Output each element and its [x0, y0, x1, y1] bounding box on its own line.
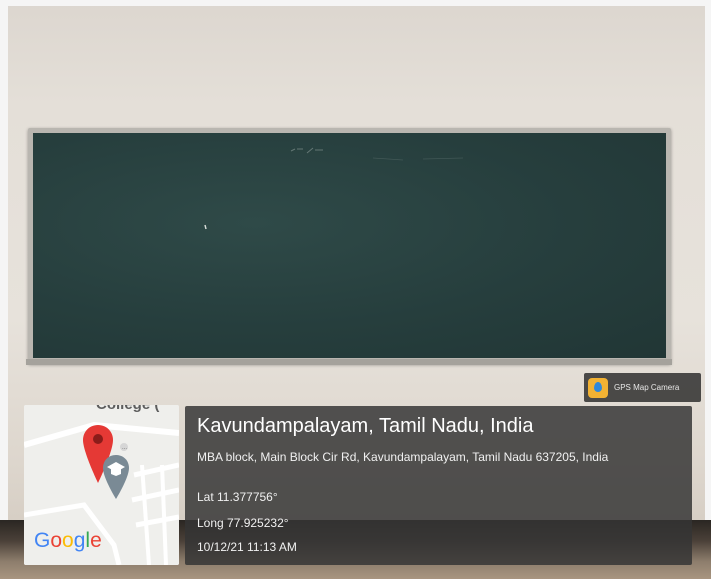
school-icon — [103, 455, 129, 499]
photo-border-left — [0, 0, 8, 579]
latitude: Lat 11.377756° — [197, 490, 278, 504]
longitude: Long 77.925232° — [197, 516, 289, 530]
photo-scene: GPS Map Camera ... College ( Google Kavu… — [0, 0, 711, 579]
photo-border-top — [0, 0, 711, 6]
gps-map-camera-badge: GPS Map Camera — [584, 373, 701, 402]
map-thumbnail: ... College ( Google — [24, 405, 179, 565]
location-info-panel: Kavundampalayam, Tamil Nadu, India MBA b… — [185, 406, 692, 565]
badge-label: GPS Map Camera — [614, 383, 680, 392]
svg-text:...: ... — [122, 445, 127, 451]
location-title: Kavundampalayam, Tamil Nadu, India — [197, 415, 534, 437]
chalkboard-ledge — [26, 359, 672, 365]
location-address: MBA block, Main Block Cir Rd, Kavundampa… — [197, 450, 609, 464]
chalk-marks — [204, 147, 464, 230]
photo-border-right — [705, 0, 711, 579]
gps-map-camera-icon — [588, 377, 608, 398]
timestamp: 10/12/21 11:13 AM — [197, 540, 297, 554]
chalkboard — [33, 133, 666, 358]
map-place-label: College ( — [96, 405, 159, 413]
google-logo: Google — [34, 529, 102, 552]
